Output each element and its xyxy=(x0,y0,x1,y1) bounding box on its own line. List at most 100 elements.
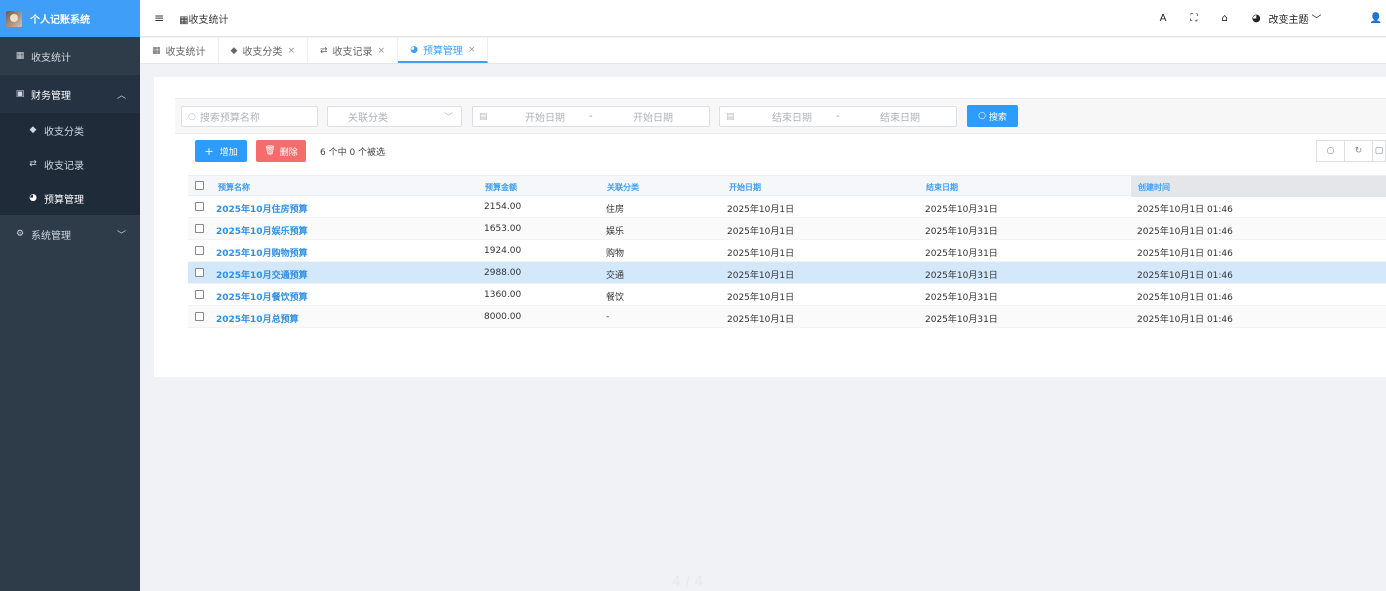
col-header-start[interactable]: 开始日期 xyxy=(729,182,761,193)
plus-icon: + xyxy=(204,144,214,158)
budget-name-link[interactable]: 2025年10月住房预算 xyxy=(216,202,308,215)
brand[interactable]: 个人记账系统 xyxy=(0,0,140,37)
menu-toggle-icon[interactable]: ≡ xyxy=(154,11,164,25)
tab-stats[interactable]: ▦ 收支统计 xyxy=(140,38,219,63)
table-row[interactable]: 2025年10月购物预算 1924.00 购物 2025年10月1日 2025年… xyxy=(188,240,1386,262)
col-header-amount[interactable]: 预算金额 xyxy=(485,182,517,193)
grid-icon: ▦ xyxy=(179,14,189,26)
table-row[interactable]: 2025年10月餐饮预算 1360.00 餐饮 2025年10月1日 2025年… xyxy=(188,284,1386,306)
pie-icon: ◕ xyxy=(410,44,418,55)
brand-title: 个人记账系统 xyxy=(30,15,90,26)
budget-start: 2025年10月1日 xyxy=(727,249,795,259)
fullscreen-icon[interactable]: ⛶ xyxy=(1190,13,1197,24)
exchange-icon: ⇄ xyxy=(29,159,37,169)
budget-category: 娱乐 xyxy=(606,227,625,237)
select-all-checkbox[interactable] xyxy=(195,181,204,190)
row-checkbox[interactable] xyxy=(195,268,204,277)
tag-icon: ◆ xyxy=(230,45,238,56)
col-header-created[interactable]: 创建时间 xyxy=(1138,182,1170,193)
table-row[interactable]: 2025年10月交通预算 2988.00 交通 2025年10月1日 2025年… xyxy=(188,262,1386,284)
end-date-to[interactable]: 结束日期 xyxy=(880,109,920,124)
row-checkbox[interactable] xyxy=(195,290,204,299)
top-right-tools: A ⛶ ⌂ ◕ 改变主题 ﹀ 👤 xyxy=(1148,0,1386,37)
close-icon[interactable]: × xyxy=(287,46,295,56)
end-date-from[interactable]: 结束日期 xyxy=(772,109,812,124)
col-header-name[interactable]: 预算名称 xyxy=(218,182,250,193)
budget-category: 餐饮 xyxy=(606,293,625,303)
table-row[interactable]: 2025年10月总预算 8000.00 - 2025年10月1日 2025年10… xyxy=(188,306,1386,328)
trash-icon: 🗑 xyxy=(264,146,276,156)
sidebar-item-label: 收支分类 xyxy=(44,126,84,138)
sidebar-item-budget[interactable]: ◕ 预算管理 xyxy=(0,181,140,215)
start-date-range[interactable]: ▤ 开始日期 - 开始日期 xyxy=(472,106,710,127)
budget-created: 2025年10月1日 01:46 xyxy=(1137,249,1233,259)
sidebar-item-categories[interactable]: ◆ 收支分类 xyxy=(0,113,140,147)
budget-created: 2025年10月1日 01:46 xyxy=(1137,205,1233,215)
sidebar-item-finance[interactable]: ▣ 财务管理 ︿ xyxy=(0,75,140,113)
start-date-to[interactable]: 开始日期 xyxy=(633,109,673,124)
search-icon: ○ xyxy=(978,111,986,121)
table-row[interactable]: 2025年10月娱乐预算 1653.00 娱乐 2025年10月1日 2025年… xyxy=(188,218,1386,240)
add-label: 增加 xyxy=(219,147,238,158)
search-input[interactable]: ○ 搜索预算名称 xyxy=(181,106,318,127)
table-row[interactable]: 2025年10月住房预算 2154.00 住房 2025年10月1日 2025年… xyxy=(188,196,1386,218)
budget-name-link[interactable]: 2025年10月餐饮预算 xyxy=(216,290,308,303)
row-checkbox[interactable] xyxy=(195,202,204,211)
font-size-icon[interactable]: A xyxy=(1160,13,1167,24)
budget-name-link[interactable]: 2025年10月娱乐预算 xyxy=(216,224,308,237)
sidebar-item-label: 系统管理 xyxy=(31,230,71,242)
sidebar-item-label: 预算管理 xyxy=(44,194,84,206)
budget-name-link[interactable]: 2025年10月总预算 xyxy=(216,312,299,325)
theme-switcher[interactable]: ◕ 改变主题 ﹀ xyxy=(1252,11,1322,26)
tag-icon: ◆ xyxy=(29,125,37,135)
sidebar: 个人记账系统 ▦ 收支统计 ▣ 财务管理 ︿ ◆ 收支分类 ⇄ 收支记录 ◕ 预… xyxy=(0,0,140,591)
budget-end: 2025年10月31日 xyxy=(925,271,998,281)
user-icon[interactable]: 👤 xyxy=(1370,13,1382,24)
budget-name-link[interactable]: 2025年10月购物预算 xyxy=(216,246,308,259)
tab-categories[interactable]: ◆ 收支分类 × xyxy=(219,38,308,63)
close-icon[interactable]: × xyxy=(468,45,476,55)
home-icon[interactable]: ⌂ xyxy=(1221,13,1227,24)
row-checkbox[interactable] xyxy=(195,246,204,255)
category-placeholder: 关联分类 xyxy=(348,113,388,124)
col-header-end[interactable]: 结束日期 xyxy=(926,182,958,193)
budget-category: 购物 xyxy=(606,249,625,259)
category-select[interactable]: 关联分类 ﹀ xyxy=(327,106,462,127)
sidebar-item-stats[interactable]: ▦ 收支统计 xyxy=(0,37,140,75)
search-toggle-icon[interactable]: ○ xyxy=(1316,140,1345,162)
budget-name-link[interactable]: 2025年10月交通预算 xyxy=(216,268,308,281)
columns-icon[interactable]: ▢ xyxy=(1372,140,1386,162)
search-placeholder: 搜索预算名称 xyxy=(199,113,260,124)
col-header-category[interactable]: 关联分类 xyxy=(607,182,639,193)
table-header: 预算名称 预算金额 关联分类 开始日期 结束日期 创建时间 xyxy=(188,175,1386,197)
refresh-icon[interactable]: ↻ xyxy=(1344,140,1373,162)
breadcrumb[interactable]: ▦收支统计 xyxy=(179,11,228,26)
budget-amount: 1360.00 xyxy=(484,290,522,300)
tab-budget[interactable]: ◕ 预算管理 × xyxy=(398,38,489,63)
pie-icon: ◕ xyxy=(29,193,37,203)
budget-start: 2025年10月1日 xyxy=(727,271,795,281)
start-date-from[interactable]: 开始日期 xyxy=(525,109,565,124)
end-date-range[interactable]: ▤ 结束日期 - 结束日期 xyxy=(719,106,957,127)
row-checkbox[interactable] xyxy=(195,224,204,233)
close-icon[interactable]: × xyxy=(378,46,386,56)
add-button[interactable]: + 增加 xyxy=(195,140,247,162)
delete-button[interactable]: 🗑 删除 xyxy=(256,140,306,162)
budget-start: 2025年10月1日 xyxy=(727,293,795,303)
sidebar-item-label: 收支统计 xyxy=(31,52,71,64)
budget-created: 2025年10月1日 01:46 xyxy=(1137,271,1233,281)
budget-start: 2025年10月1日 xyxy=(727,315,795,325)
sidebar-item-records[interactable]: ⇄ 收支记录 xyxy=(0,147,140,181)
sidebar-item-system[interactable]: ⚙ 系统管理 ﹀ xyxy=(0,215,140,253)
row-checkbox[interactable] xyxy=(195,312,204,321)
search-icon: ○ xyxy=(188,111,196,122)
tab-records[interactable]: ⇄ 收支记录 × xyxy=(308,38,399,63)
theme-label: 改变主题 xyxy=(1268,15,1309,26)
tab-bar: ▦ 收支统计 ◆ 收支分类 × ⇄ 收支记录 × ◕ 预算管理 × xyxy=(140,38,1386,64)
avatar xyxy=(6,10,22,27)
chevron-up-icon: ︿ xyxy=(116,90,126,101)
budget-end: 2025年10月31日 xyxy=(925,249,998,259)
search-button[interactable]: ○ 搜索 xyxy=(967,105,1018,127)
budget-table: 预算名称 预算金额 关联分类 开始日期 结束日期 创建时间 2025年10月住房… xyxy=(188,175,1386,328)
calendar-icon: ▤ xyxy=(479,111,488,122)
